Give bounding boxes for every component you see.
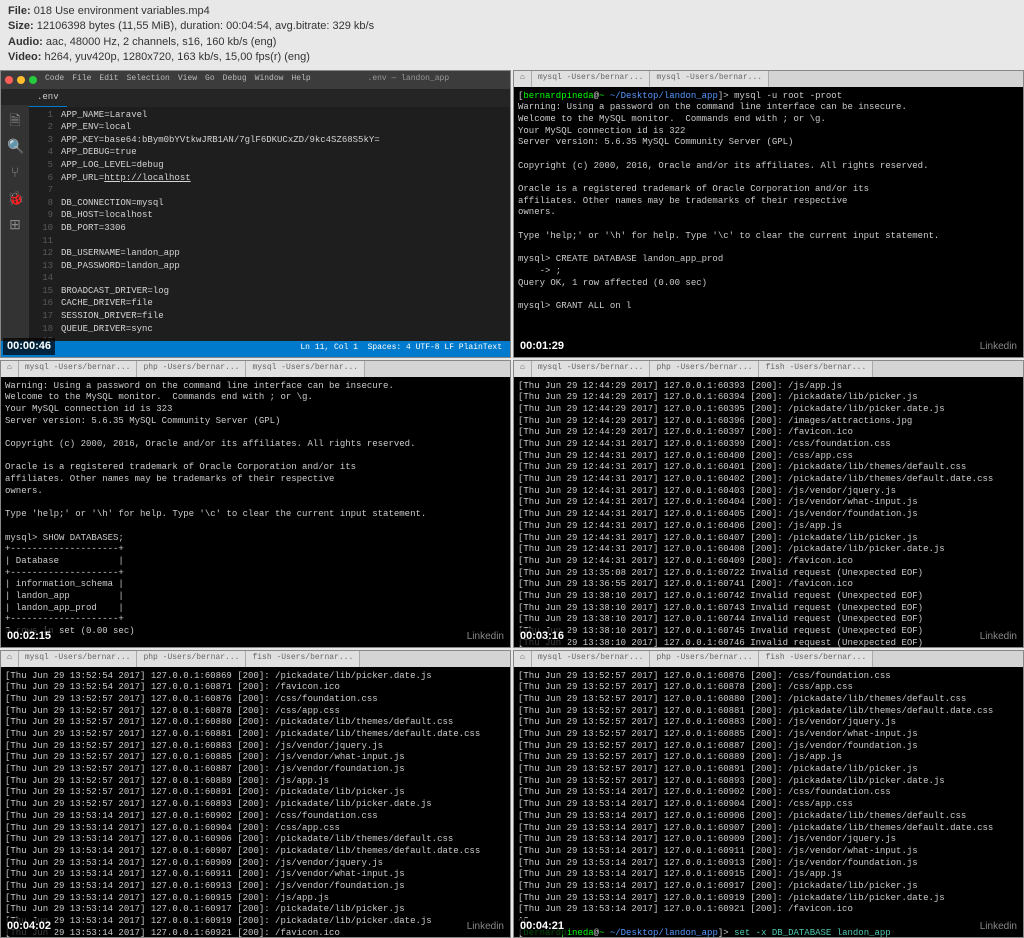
terminal-tabs[interactable]: ⌂mysql -Users/bernar...php -Users/bernar… xyxy=(514,651,1023,667)
audio-info: aac, 48000 Hz, 2 channels, s16, 160 kb/s… xyxy=(46,36,277,48)
terminal-output[interactable]: [Thu Jun 29 13:52:57 2017] 127.0.0.1:608… xyxy=(514,667,1023,938)
timestamp: 00:04:21 xyxy=(516,918,568,934)
close-icon[interactable] xyxy=(5,76,13,84)
panel-terminal-mysql-1: ⌂mysql -Users/bernar...mysql -Users/bern… xyxy=(513,70,1024,358)
panel-terminal-logs-3: ⌂mysql -Users/bernar...php -Users/bernar… xyxy=(513,650,1024,938)
terminal-tabs[interactable]: ⌂mysql -Users/bernar...php -Users/bernar… xyxy=(1,651,510,667)
search-icon[interactable]: 🔍 xyxy=(7,139,23,155)
menu-item[interactable]: File xyxy=(72,74,91,84)
menu-item[interactable]: Window xyxy=(255,74,284,84)
linkedin-logo: Linkedin xyxy=(467,630,504,643)
file-name: 018 Use environment variables.mp4 xyxy=(34,5,210,17)
files-icon[interactable]: 🗎 xyxy=(7,113,23,129)
extensions-icon[interactable]: ⊞ xyxy=(7,217,23,233)
file-size: 12106398 bytes (11,55 MiB), duration: 00… xyxy=(37,20,374,32)
linkedin-logo: Linkedin xyxy=(980,920,1017,933)
minimize-icon[interactable] xyxy=(17,76,25,84)
status-bar[interactable]: Ln 11, Col 1 Spaces: 4 UTF-8 LF PlainTex… xyxy=(1,341,510,357)
editor-menu[interactable]: Code File Edit Selection View Go Debug Window He… xyxy=(45,74,311,84)
menu-item[interactable]: Help xyxy=(291,74,310,84)
code-editor[interactable]: 1APP_NAME=Laravel2APP_ENV=local3APP_KEY=… xyxy=(29,105,510,341)
video-info: h264, yuv420p, 1280x720, 163 kb/s, 15,00… xyxy=(44,51,309,63)
terminal-output[interactable]: [Thu Jun 29 12:44:29 2017] 127.0.0.1:603… xyxy=(514,377,1023,648)
menu-item[interactable]: Debug xyxy=(223,74,247,84)
git-icon[interactable]: ⑂ xyxy=(7,165,23,181)
menu-item[interactable]: Edit xyxy=(99,74,118,84)
panel-editor: Code File Edit Selection View Go Debug Window He… xyxy=(0,70,511,358)
linkedin-logo: Linkedin xyxy=(980,630,1017,643)
terminal-output[interactable]: [Thu Jun 29 13:52:54 2017] 127.0.0.1:608… xyxy=(1,667,510,938)
activity-bar[interactable]: 🗎 🔍 ⑂ 🐞 ⊞ xyxy=(1,105,29,341)
timestamp: 00:03:16 xyxy=(516,628,568,644)
panel-terminal-logs-2: ⌂mysql -Users/bernar...php -Users/bernar… xyxy=(0,650,511,938)
file-metadata: File: 018 Use environment variables.mp4 … xyxy=(0,0,1024,70)
linkedin-logo: Linkedin xyxy=(980,340,1017,353)
timestamp: 00:02:15 xyxy=(3,628,55,644)
panel-terminal-mysql-2: ⌂mysql -Users/bernar...php -Users/bernar… xyxy=(0,360,511,648)
panel-terminal-logs-1: ⌂mysql -Users/bernar...php -Users/bernar… xyxy=(513,360,1024,648)
timestamp: 00:01:29 xyxy=(516,338,568,354)
window-title: .env — landon_app xyxy=(311,74,506,84)
timestamp: 00:00:46 xyxy=(3,338,55,354)
menu-item[interactable]: Code xyxy=(45,74,64,84)
terminal-output[interactable]: [bernardpineda@~ ~/Desktop/landon_app]> … xyxy=(514,87,1023,317)
menu-item[interactable]: View xyxy=(178,74,197,84)
menu-item[interactable]: Selection xyxy=(127,74,170,84)
linkedin-logo: Linkedin xyxy=(467,920,504,933)
terminal-tabs[interactable]: ⌂mysql -Users/bernar...php -Users/bernar… xyxy=(514,361,1023,377)
editor-titlebar: Code File Edit Selection View Go Debug Window He… xyxy=(1,71,510,89)
terminal-tabs[interactable]: ⌂mysql -Users/bernar...php -Users/bernar… xyxy=(1,361,510,377)
terminal-output[interactable]: Warning: Using a password on the command… xyxy=(1,377,510,648)
debug-icon[interactable]: 🐞 xyxy=(7,191,23,207)
menu-item[interactable]: Go xyxy=(205,74,215,84)
maximize-icon[interactable] xyxy=(29,76,37,84)
timestamp: 00:04:02 xyxy=(3,918,55,934)
terminal-tabs[interactable]: ⌂mysql -Users/bernar...mysql -Users/bern… xyxy=(514,71,1023,87)
